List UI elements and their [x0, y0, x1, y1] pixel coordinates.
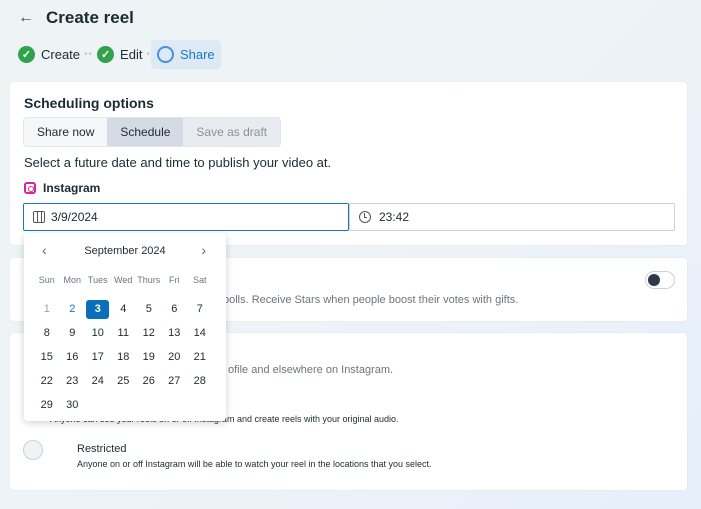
- step-label: Edit: [120, 47, 143, 62]
- calendar-day[interactable]: 16: [60, 345, 86, 369]
- calendar-day[interactable]: 23: [60, 369, 86, 393]
- scheduling-tabs: Share now Schedule Save as draft: [23, 117, 282, 147]
- page-title: Create reel: [46, 8, 134, 27]
- weekday-label: Tues: [87, 275, 108, 285]
- weekday-label: Mon: [63, 275, 81, 285]
- calendar-day-selected[interactable]: 3: [85, 297, 111, 321]
- calendar-month: September 2024: [84, 245, 166, 257]
- calendar-day[interactable]: 11: [111, 321, 137, 345]
- calendar-day[interactable]: 20: [162, 345, 188, 369]
- calendar-day[interactable]: 12: [136, 321, 162, 345]
- restricted-radio[interactable]: [23, 440, 43, 460]
- scheduling-card: Scheduling options Share now Schedule Sa…: [10, 82, 687, 245]
- calendar-day[interactable]: 28: [187, 369, 213, 393]
- audience-description: ofile and elsewhere on Instagram.: [228, 364, 394, 376]
- step-edit[interactable]: ✓ Edit: [93, 40, 146, 69]
- calendar-day[interactable]: 6: [162, 297, 188, 321]
- tab-save-as-draft[interactable]: Save as draft: [183, 118, 281, 146]
- platform-name: Instagram: [43, 181, 101, 195]
- arrow-left-icon[interactable]: ←: [18, 9, 46, 27]
- weekday-label: Sun: [38, 275, 55, 285]
- time-value: 23:42: [379, 210, 410, 224]
- calendar-day[interactable]: 15: [34, 345, 60, 369]
- time-input[interactable]: 23:42: [349, 203, 675, 231]
- header: ← Create reel: [18, 8, 134, 28]
- clock-icon: [359, 211, 371, 223]
- calendar-day[interactable]: 22: [34, 369, 60, 393]
- tab-schedule[interactable]: Schedule: [107, 118, 184, 146]
- check-icon: ✓: [97, 46, 115, 63]
- calendar-day[interactable]: 2: [60, 297, 86, 321]
- calendar-day[interactable]: 9: [60, 321, 86, 345]
- calendar-day[interactable]: 1: [34, 297, 60, 321]
- calendar-day[interactable]: 25: [111, 369, 137, 393]
- calendar-day[interactable]: 24: [85, 369, 111, 393]
- step-create[interactable]: ✓ Create: [14, 40, 84, 69]
- calendar-day[interactable]: 29: [34, 393, 60, 417]
- date-picker: ‹ September 2024 › Sun Mon Tues Wed Thurs Fri…: [24, 233, 226, 421]
- calendar-day[interactable]: 8: [34, 321, 60, 345]
- step-divider: ••: [84, 49, 94, 60]
- weekday-label: Wed: [114, 275, 133, 285]
- calendar-day[interactable]: 30: [60, 393, 86, 417]
- restricted-label: Restricted: [77, 443, 127, 455]
- calendar-day[interactable]: 13: [162, 321, 188, 345]
- calendar-day[interactable]: 27: [162, 369, 188, 393]
- calendar-day[interactable]: 14: [187, 321, 213, 345]
- polls-description: polls. Receive Stars when people boost t…: [223, 294, 519, 306]
- schedule-description: Select a future date and time to publish…: [24, 155, 332, 170]
- weekday-label: Fri: [169, 275, 180, 285]
- calendar-day[interactable]: 7: [187, 297, 213, 321]
- step-share[interactable]: Share: [150, 40, 221, 69]
- instagram-icon: [24, 182, 36, 194]
- calendar-day[interactable]: 21: [187, 345, 213, 369]
- weekday-label: Sat: [192, 275, 207, 285]
- calendar-day[interactable]: 26: [136, 369, 162, 393]
- calendar-day[interactable]: 18: [111, 345, 137, 369]
- calendar-day[interactable]: 4: [111, 297, 137, 321]
- step-label: Share: [179, 47, 215, 62]
- calendar-day[interactable]: 17: [85, 345, 111, 369]
- date-input[interactable]: 3/9/2024: [23, 203, 349, 231]
- calendar-icon: [33, 211, 45, 223]
- calendar-day[interactable]: 19: [136, 345, 162, 369]
- calendar-day[interactable]: 10: [85, 321, 111, 345]
- calendar-day[interactable]: 5: [136, 297, 162, 321]
- check-icon: ✓: [18, 46, 35, 63]
- date-value: 3/9/2024: [51, 210, 98, 224]
- restricted-description: Anyone on or off Instagram will be able …: [77, 459, 432, 469]
- chevron-right-icon[interactable]: ›: [201, 242, 206, 258]
- weekday-label: Thurs: [137, 275, 161, 285]
- step-label: Create: [41, 47, 81, 62]
- stepper: ✓ Create •• ✓ Edit • Share: [14, 40, 221, 69]
- polls-toggle[interactable]: [645, 271, 675, 289]
- section-title: Scheduling options: [24, 95, 154, 111]
- circle-icon: [156, 46, 174, 63]
- calendar-grid: Sun Mon Tues Wed Thurs Fri Sat 1 2 3 4 5 6 7 8 9 10 11 12 1…: [34, 273, 213, 417]
- tab-share-now[interactable]: Share now: [24, 118, 108, 146]
- platform-label: Instagram: [24, 181, 100, 195]
